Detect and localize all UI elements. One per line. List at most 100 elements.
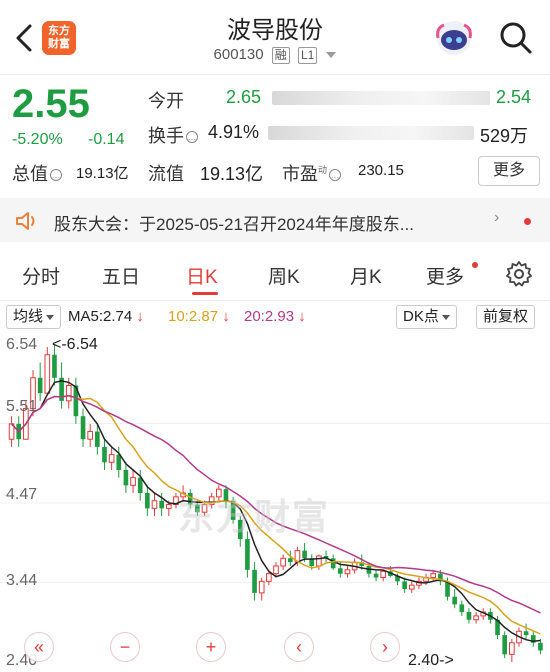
candle-body	[337, 568, 343, 574]
announcement-bar[interactable]: 股东大会：于2025-05-21召开2024年年度股东... ›	[0, 198, 550, 242]
candle-body	[452, 596, 457, 605]
volume-value: 529万	[480, 126, 529, 146]
turnover-label-text: 换手	[148, 126, 184, 146]
candle-body	[473, 615, 479, 621]
watermark: 东方财富	[178, 496, 331, 537]
candle-body	[80, 416, 86, 440]
info-icon: …	[329, 169, 342, 182]
candle-body	[344, 569, 351, 575]
down-arrow-icon: ↓	[298, 308, 306, 325]
candle-body	[523, 631, 529, 636]
dropdown-icon	[441, 314, 450, 320]
candle-body	[380, 570, 387, 579]
tab-weekly-k[interactable]: 周K	[268, 262, 300, 289]
candle-body	[402, 581, 407, 590]
candle-body	[509, 642, 515, 655]
open-right-value: 2.54	[496, 87, 532, 107]
zoom-out-button[interactable]: −	[110, 632, 140, 662]
dk-point-button[interactable]: DK点	[396, 305, 457, 329]
stock-code: 600130	[213, 46, 264, 63]
turnover-label[interactable]: 换手…	[148, 122, 198, 148]
ma10-text: 10:2.87	[168, 308, 219, 325]
zoom-in-button[interactable]: +	[196, 632, 226, 662]
jump-first-button[interactable]: «	[24, 632, 54, 662]
candle-body	[123, 469, 129, 486]
candle-body	[37, 377, 43, 394]
period-tabs: 分时 五日 日K 周K 月K 更多	[0, 254, 550, 298]
candle-body	[316, 555, 322, 567]
turnover-value: 4.91%	[208, 122, 260, 142]
info-icon: …	[186, 131, 198, 144]
scroll-right-button[interactable]: ›	[370, 632, 400, 662]
total-cap-label-text: 总值	[12, 164, 48, 184]
dropdown-icon	[46, 314, 55, 320]
margin-tag: 融	[271, 47, 290, 64]
candle-body	[252, 569, 257, 593]
more-button[interactable]: 更多	[478, 156, 540, 186]
volume-range-bar	[268, 126, 474, 140]
ma10-value: 10:2.87 ↓	[168, 308, 230, 325]
candle-body	[459, 604, 465, 613]
candle-body	[108, 454, 115, 463]
down-arrow-icon: ↓	[222, 308, 230, 325]
chevron-right-icon: ›	[494, 209, 500, 226]
candle-body	[245, 539, 250, 570]
candle-body	[116, 454, 122, 470]
search-icon[interactable]	[496, 18, 536, 58]
header: 东方 财富 波导股份 600130 融 L1	[0, 0, 550, 74]
candle-body	[137, 477, 143, 494]
ma5-value: MA5:2.74 ↓	[68, 308, 144, 325]
notification-dot	[472, 262, 478, 268]
speaker-icon	[16, 212, 35, 230]
divider	[0, 74, 550, 75]
candle-body	[44, 354, 51, 394]
candle-body	[430, 573, 437, 579]
change-percent: -5.20%	[12, 131, 63, 148]
candle-body	[65, 384, 72, 402]
candle-body	[52, 354, 57, 378]
indicator-row: 均线 MA5:2.74 ↓ 10:2.87 ↓ 20:2.93 ↓ DK点 前复…	[0, 304, 550, 330]
pe-label-text: 市盈	[282, 164, 318, 184]
dk-point-label: DK点	[403, 308, 439, 325]
candle-body	[502, 635, 508, 655]
candle-body	[287, 558, 293, 563]
announcement-text: 股东大会：于2025-05-21召开2024年年度股东...	[54, 215, 414, 234]
candle-body	[130, 477, 136, 486]
tab-daily-k[interactable]: 日K	[186, 262, 218, 289]
tab-intraday[interactable]: 分时	[22, 262, 60, 289]
candle-body	[145, 493, 150, 509]
active-tab-indicator	[192, 292, 218, 295]
y-tick-label: 3.44	[6, 572, 38, 589]
robot-assistant-icon[interactable]	[432, 16, 476, 60]
tab-monthly-k[interactable]: 月K	[350, 262, 382, 289]
pe-value: 230.15	[358, 162, 404, 179]
candle-body	[373, 573, 379, 578]
candle-body	[538, 642, 543, 651]
info-icon: …	[50, 169, 62, 182]
y-tick-label: 6.54	[6, 336, 38, 353]
scroll-left-button[interactable]: ‹	[284, 632, 314, 662]
total-cap-value: 19.13亿	[76, 165, 129, 182]
y-tick-label: 4.47	[6, 486, 38, 503]
candle-body	[165, 504, 172, 509]
candle-body	[280, 557, 286, 567]
candle-body	[159, 500, 164, 509]
ma20-text: 20:2.93	[244, 308, 295, 325]
total-cap-label[interactable]: 总值…	[12, 160, 62, 186]
float-cap-value: 19.13亿	[200, 164, 264, 184]
adjust-button[interactable]: 前复权	[476, 305, 536, 329]
gear-icon[interactable]	[505, 260, 533, 288]
tab-more[interactable]: 更多	[426, 262, 464, 289]
low-annotation: 2.40->	[408, 652, 454, 669]
candle-body	[102, 446, 107, 463]
change-amount: -0.14	[88, 131, 125, 148]
candle-body	[302, 550, 307, 559]
y-tick-label: 5.51	[6, 398, 38, 415]
open-label: 今开	[148, 91, 184, 111]
ma-selector-label: 均线	[13, 308, 44, 325]
ma-selector[interactable]: 均线	[6, 305, 62, 329]
tab-five-day[interactable]: 五日	[102, 262, 140, 289]
candle-body	[408, 584, 415, 590]
candle-body	[266, 573, 272, 582]
pe-label[interactable]: 市盈动…	[282, 160, 342, 186]
